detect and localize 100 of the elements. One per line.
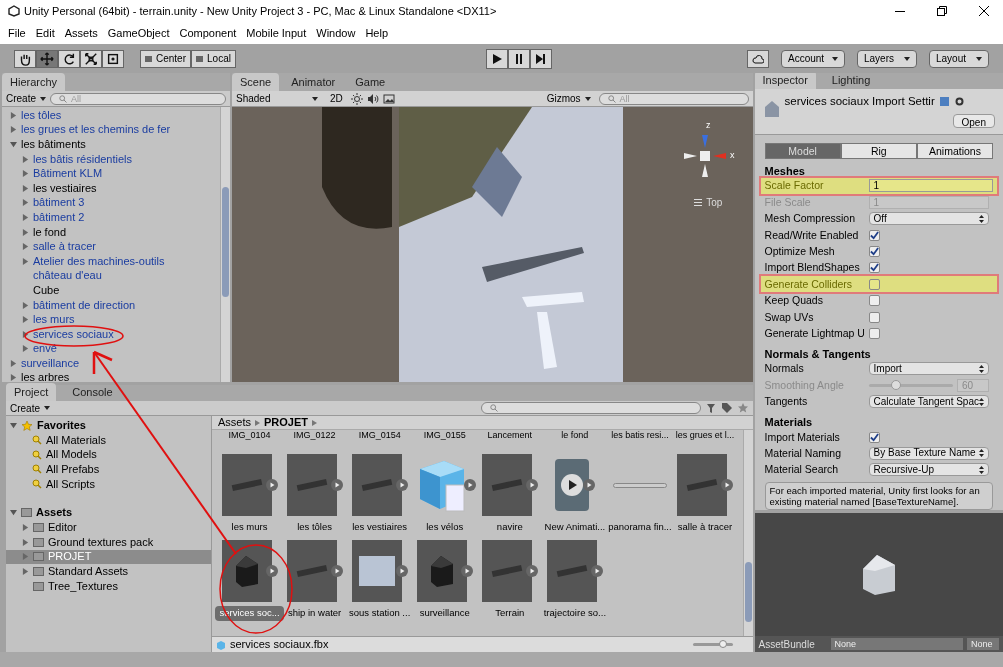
hierarchy-item[interactable]: les arbres — [21, 372, 70, 382]
scrollbar[interactable] — [742, 430, 753, 636]
asset-label[interactable]: les grues et l... — [675, 430, 735, 442]
asset-label[interactable]: le fond — [561, 430, 589, 442]
asset-label[interactable]: trajectoire so... — [539, 606, 611, 621]
hierarchy-item[interactable]: les bâtis résidentiels — [33, 153, 133, 165]
collapsed-arrow-icon[interactable] — [22, 316, 29, 324]
restore-icon[interactable] — [937, 6, 947, 16]
play-icon[interactable] — [395, 565, 408, 578]
open-button[interactable]: Open — [952, 114, 995, 129]
tool-button[interactable] — [58, 49, 80, 68]
collapsed-arrow-icon[interactable] — [22, 243, 29, 251]
collapsed-arrow-icon[interactable] — [22, 228, 29, 236]
collapsed-arrow-icon[interactable] — [10, 111, 17, 119]
expanded-arrow-icon[interactable] — [10, 422, 17, 429]
collapsed-arrow-icon[interactable] — [22, 330, 29, 338]
favorite-item[interactable]: All Prefabs — [46, 464, 100, 475]
collapsed-arrow-icon[interactable] — [10, 126, 17, 134]
checkbox[interactable] — [868, 262, 880, 274]
collapsed-arrow-icon[interactable] — [22, 257, 29, 265]
import-tab[interactable]: Animations — [916, 142, 993, 159]
hierarchy-item[interactable]: bâtiment 3 — [33, 197, 85, 209]
view-label[interactable]: Top — [706, 194, 723, 210]
tool-button[interactable] — [36, 49, 58, 68]
dropdown[interactable]: Calculate Tangent Spac — [868, 395, 989, 409]
asset-label[interactable]: les batis resi... — [611, 430, 669, 442]
hierarchy-item[interactable]: envé — [33, 343, 57, 355]
panel-tab[interactable]: Project — [6, 383, 57, 401]
image-icon[interactable] — [382, 92, 395, 105]
assets-header[interactable]: Assets — [36, 507, 73, 519]
play-button[interactable] — [486, 48, 509, 69]
menu-icon[interactable] — [694, 198, 703, 206]
hierarchy-item[interactable]: le fond — [33, 226, 67, 238]
dropdown[interactable]: None — [967, 638, 999, 650]
asset-label[interactable]: IMG_0154 — [358, 430, 401, 442]
dropdown[interactable]: Recursive-Up — [868, 463, 989, 477]
favorite-item[interactable]: All Materials — [46, 434, 106, 446]
tool-button[interactable] — [14, 49, 36, 68]
tool-button[interactable] — [80, 49, 102, 68]
panel-tab[interactable]: Inspector — [754, 73, 816, 89]
folder-item[interactable]: Ground textures pack — [48, 536, 154, 548]
dropdown[interactable]: None — [830, 638, 963, 650]
play-icon[interactable] — [582, 479, 595, 491]
hierarchy-item[interactable]: les grues et les chemins de fer — [21, 124, 171, 136]
hierarchy-item[interactable]: Cube — [33, 284, 60, 296]
asset-label[interactable]: les murs — [227, 520, 272, 535]
hierarchy-item[interactable]: les tôles — [21, 109, 62, 121]
shading-dropdown[interactable]: Shaded — [236, 91, 322, 106]
breadcrumb-item[interactable]: PROJET — [264, 414, 309, 431]
checkbox[interactable] — [868, 431, 880, 443]
collapsed-arrow-icon[interactable] — [22, 199, 29, 207]
step-button[interactable] — [530, 48, 553, 69]
menu-item[interactable]: Edit — [35, 24, 55, 42]
asset-label[interactable]: Lancement — [487, 430, 533, 442]
play-icon[interactable] — [463, 479, 476, 491]
hierarchy-item[interactable]: surveillance — [21, 357, 80, 369]
folder-item[interactable]: Editor — [48, 522, 77, 534]
collapsed-arrow-icon[interactable] — [22, 184, 29, 192]
panel-tab[interactable]: Console — [64, 383, 121, 401]
import-tab[interactable]: Rig — [840, 142, 917, 159]
toolbar-dropdown[interactable]: Layers — [857, 49, 917, 68]
play-icon[interactable] — [460, 565, 473, 578]
orientation-gizmo-icon[interactable] — [682, 132, 729, 179]
menu-item[interactable]: Assets — [64, 24, 98, 42]
thumbnail-size-slider[interactable] — [692, 643, 733, 646]
asset-label[interactable]: IMG_0122 — [293, 430, 336, 442]
asset-label[interactable]: les tôles — [293, 520, 336, 535]
hierarchy-item[interactable]: salle à tracer — [33, 241, 96, 253]
collapsed-arrow-icon[interactable] — [22, 155, 29, 163]
collapsed-arrow-icon[interactable] — [22, 345, 29, 353]
pause-button[interactable] — [508, 48, 531, 69]
speaker-icon[interactable] — [366, 92, 379, 105]
play-icon[interactable] — [525, 479, 538, 491]
dropdown[interactable]: By Base Texture Name — [868, 446, 989, 460]
checkbox[interactable] — [868, 229, 880, 241]
collapsed-arrow-icon[interactable] — [22, 213, 29, 221]
dropdown[interactable]: Import — [868, 362, 989, 376]
panel-tab[interactable]: Animator — [283, 73, 344, 91]
expanded-arrow-icon[interactable] — [10, 141, 17, 148]
tool-button[interactable] — [102, 49, 124, 68]
asset-label[interactable]: IMG_0104 — [228, 430, 271, 442]
star-icon[interactable] — [736, 402, 749, 414]
play-icon[interactable] — [265, 565, 278, 578]
asset-label[interactable]: sous station ... — [345, 606, 415, 621]
hierarchy-item[interactable]: Bâtiment KLM — [33, 168, 103, 180]
asset-label[interactable]: IMG_0155 — [423, 430, 466, 442]
asset-label[interactable]: Terrain — [491, 606, 529, 621]
create-dropdown[interactable]: Create — [6, 91, 46, 106]
play-icon[interactable] — [395, 479, 408, 491]
hierarchy-item[interactable]: les vestiaires — [33, 182, 97, 194]
panel-tab[interactable]: Scene — [232, 73, 280, 91]
sun-icon[interactable] — [350, 92, 363, 105]
collapsed-arrow-icon[interactable] — [22, 301, 29, 309]
menu-item[interactable]: Mobile Input — [246, 24, 307, 42]
asset-label[interactable]: salle à tracer — [673, 520, 737, 535]
folder-item[interactable]: Standard Assets — [48, 565, 129, 577]
favorite-item[interactable]: All Models — [46, 449, 97, 461]
asset-label[interactable]: les vélos — [422, 520, 468, 535]
expanded-arrow-icon[interactable] — [10, 509, 17, 517]
asset-label[interactable]: navire — [492, 520, 527, 535]
